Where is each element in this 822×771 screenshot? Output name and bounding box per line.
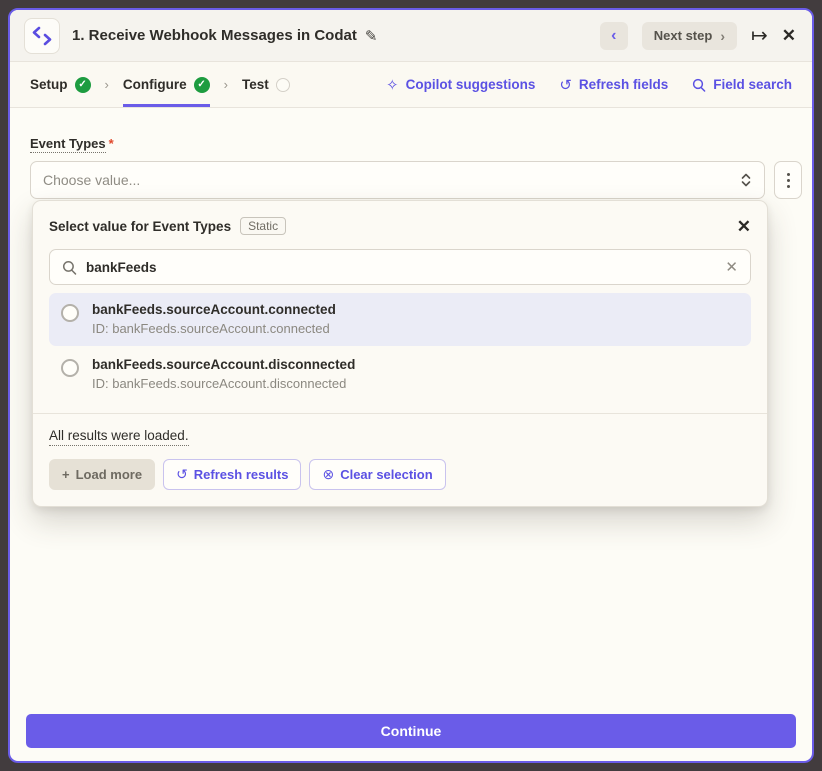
- chevron-up-down-icon: [740, 172, 752, 188]
- radio-icon[interactable]: [61, 359, 79, 377]
- select-placeholder: Choose value...: [43, 172, 740, 188]
- tabbar: Setup ✓ › Configure ✓ › Test ✧ Copilot s…: [10, 62, 812, 108]
- tab-configure[interactable]: Configure ✓: [123, 62, 210, 107]
- titlebar: 1. Receive Webhook Messages in Codat ✎ ‹…: [10, 10, 812, 62]
- test-incomplete-icon: [276, 78, 290, 92]
- field-search-button[interactable]: Field search: [692, 77, 792, 92]
- modal-close-button[interactable]: ✕: [737, 218, 751, 235]
- setup-complete-icon: ✓: [75, 77, 91, 93]
- option-row[interactable]: bankFeeds.sourceAccount.disconnected ID:…: [49, 348, 751, 401]
- step-title: 1. Receive Webhook Messages in Codat: [72, 27, 357, 44]
- option-id: ID: bankFeeds.sourceAccount.connected: [92, 321, 336, 336]
- options-list: bankFeeds.sourceAccount.connected ID: ba…: [49, 293, 751, 401]
- close-icon: ✕: [725, 259, 738, 276]
- tab-separator: ›: [91, 62, 123, 107]
- search-icon: [62, 260, 77, 275]
- option-label: bankFeeds.sourceAccount.disconnected: [92, 357, 355, 372]
- radio-icon[interactable]: [61, 304, 79, 322]
- modal-title: Select value for Event Types: [49, 219, 231, 234]
- event-types-label: Event Types: [30, 136, 106, 153]
- select-value-modal: Select value for Event Types Static ✕ ✕: [32, 200, 768, 507]
- circle-x-icon: ⊗: [322, 466, 334, 483]
- chevron-left-icon: ‹: [611, 27, 616, 45]
- codat-app-icon: [24, 18, 60, 54]
- close-icon: ✕: [782, 26, 796, 45]
- edit-title-icon[interactable]: ✎: [365, 27, 378, 45]
- tab-separator: ›: [210, 62, 242, 107]
- refresh-results-button[interactable]: ↺ Refresh results: [163, 459, 301, 490]
- configure-complete-icon: ✓: [194, 77, 210, 93]
- continue-button[interactable]: Continue: [26, 714, 796, 748]
- results-status-text: All results were loaded.: [49, 428, 189, 446]
- chevron-right-icon: ›: [720, 28, 725, 44]
- close-panel-button[interactable]: ✕: [782, 27, 796, 44]
- clear-search-button[interactable]: ✕: [725, 258, 738, 276]
- search-icon: [692, 78, 706, 92]
- option-label: bankFeeds.sourceAccount.connected: [92, 302, 336, 317]
- kebab-icon: [787, 173, 790, 176]
- required-marker: *: [109, 136, 114, 151]
- arrow-to-bar-icon: ↦: [751, 25, 768, 47]
- option-search-box: ✕: [49, 249, 751, 285]
- event-types-select[interactable]: Choose value...: [30, 161, 765, 199]
- step-editor-panel: 1. Receive Webhook Messages in Codat ✎ ‹…: [8, 8, 814, 763]
- refresh-icon: ↺: [176, 466, 188, 483]
- configure-form: Event Types* Choose value... Select valu…: [10, 108, 812, 761]
- collapse-panel-button[interactable]: ↦: [751, 26, 768, 46]
- tab-setup[interactable]: Setup ✓: [30, 62, 91, 107]
- copilot-suggestions-button[interactable]: ✧ Copilot suggestions: [386, 76, 535, 94]
- option-row[interactable]: bankFeeds.sourceAccount.connected ID: ba…: [49, 293, 751, 346]
- next-step-button[interactable]: Next step ›: [642, 22, 737, 50]
- field-options-menu-button[interactable]: [774, 161, 802, 199]
- load-more-button[interactable]: + Load more: [49, 459, 155, 490]
- refresh-fields-button[interactable]: ↺ Refresh fields: [559, 76, 668, 94]
- static-badge: Static: [240, 217, 286, 235]
- close-icon: ✕: [737, 217, 751, 236]
- option-search-input[interactable]: [86, 260, 716, 275]
- sparkle-icon: ✧: [386, 76, 399, 94]
- previous-step-button[interactable]: ‹: [600, 22, 628, 50]
- refresh-icon: ↺: [559, 76, 572, 94]
- clear-selection-button[interactable]: ⊗ Clear selection: [309, 459, 445, 490]
- option-id: ID: bankFeeds.sourceAccount.disconnected: [92, 376, 355, 391]
- tab-test[interactable]: Test: [242, 62, 290, 107]
- plus-icon: +: [62, 467, 70, 482]
